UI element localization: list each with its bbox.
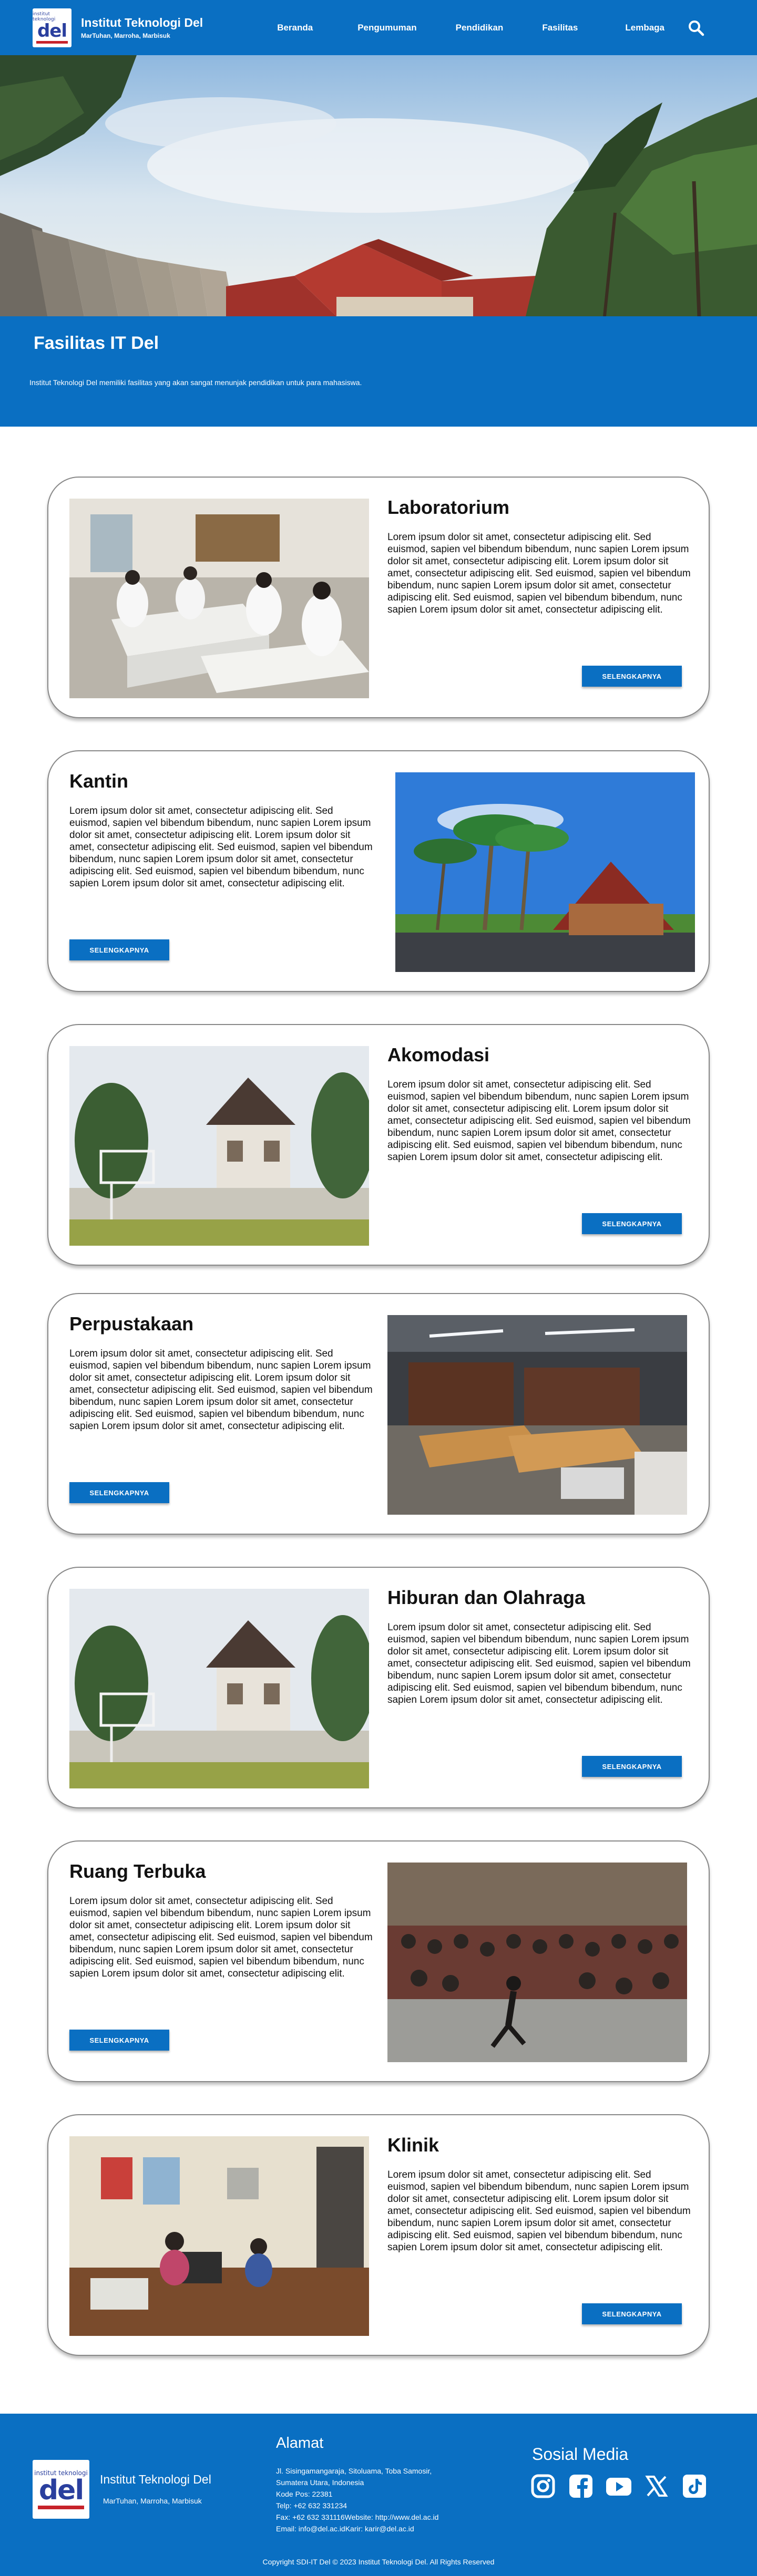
facility-title: Hiburan dan Olahraga [387, 1587, 586, 1608]
more-button-hiburan-olahraga[interactable]: SELENGKAPNYA [582, 1756, 682, 1777]
footer-logo[interactable]: institut teknologi del [33, 2460, 89, 2519]
youtube-icon[interactable] [604, 2471, 633, 2501]
facility-card-klinik: Klinik Lorem ipsum dolor sit amet, conse… [47, 2114, 710, 2356]
more-button-perpustakaan[interactable]: SELENGKAPNYA [69, 1482, 169, 1503]
brand[interactable]: institut teknologi del Institut Teknolog… [33, 8, 203, 47]
facility-description: Lorem ipsum dolor sit amet, consectetur … [387, 532, 691, 615]
logo-bar [36, 41, 68, 44]
logo-word: del [38, 2475, 84, 2506]
facility-image-perpustakaan [387, 1315, 687, 1515]
facility-title: Klinik [387, 2134, 439, 2156]
facility-body: Ruang Terbuka Lorem ipsum dolor sit amet… [69, 1860, 374, 1980]
facility-card-akomodasi: Akomodasi Lorem ipsum dolor sit amet, co… [47, 1024, 710, 1266]
nav-item-pendidikan[interactable]: Pendidikan [456, 23, 504, 33]
more-button-akomodasi[interactable]: SELENGKAPNYA [582, 1213, 682, 1234]
facility-description: Lorem ipsum dolor sit amet, consectetur … [387, 1079, 691, 1163]
main-nav: Beranda Pengumuman Pendidikan Fasilitas … [277, 23, 686, 33]
facility-image-akomodasi [69, 1046, 369, 1246]
social-links [528, 2471, 718, 2501]
facility-image-kantin [395, 772, 695, 972]
facebook-icon[interactable] [566, 2471, 596, 2501]
address-title: Alamat [276, 2435, 324, 2451]
more-button-klinik[interactable]: SELENGKAPNYA [582, 2303, 682, 2324]
nav-item-fasilitas[interactable]: Fasilitas [542, 23, 578, 33]
facility-title: Ruang Terbuka [69, 1860, 206, 1882]
facility-card-hiburan-olahraga: Hiburan dan Olahraga Lorem ipsum dolor s… [47, 1567, 710, 1808]
facility-card-laboratorium: Laboratorium Lorem ipsum dolor sit amet,… [47, 477, 710, 718]
page-title-band: Fasilitas IT Del Institut Teknologi Del … [0, 316, 757, 427]
nav-item-beranda[interactable]: Beranda [277, 23, 313, 33]
facility-description: Lorem ipsum dolor sit amet, consectetur … [69, 1348, 373, 1432]
brand-subtitle: MarTuhan, Marroha, Marbisuk [81, 32, 170, 39]
address-line: Jl. Sisingamangaraja, Sitoluama, Toba Sa… [276, 2467, 432, 2475]
facility-body: Perpustakaan Lorem ipsum dolor sit amet,… [69, 1313, 374, 1432]
facility-title: Laboratorium [387, 496, 510, 518]
facility-body: Klinik Lorem ipsum dolor sit amet, conse… [387, 2134, 692, 2253]
facility-card-perpustakaan: Perpustakaan Lorem ipsum dolor sit amet,… [47, 1293, 710, 1535]
facility-description: Lorem ipsum dolor sit amet, consectetur … [387, 1622, 691, 1705]
facility-body: Laboratorium Lorem ipsum dolor sit amet,… [387, 496, 692, 616]
facility-card-ruang-terbuka: Ruang Terbuka Lorem ipsum dolor sit amet… [47, 1840, 710, 2082]
nav-item-pengumuman[interactable]: Pengumuman [357, 23, 416, 33]
site-footer: institut teknologi del Institut Teknolog… [0, 2414, 757, 2576]
phone: Telp: +62 632 331234 [276, 2501, 347, 2510]
itdel-logo[interactable]: institut teknologi del [33, 8, 71, 47]
facility-image-klinik [69, 2136, 369, 2336]
search-icon[interactable] [686, 17, 707, 38]
logo-word: del [37, 20, 67, 42]
postal-code: Kode Pos: 22381 [276, 2490, 333, 2498]
top-navbar: institut teknologi del Institut Teknolog… [0, 0, 757, 55]
page-intro: Institut Teknologi Del memiliki fasilita… [29, 378, 362, 387]
address-line: Sumatera Utara, Indonesia [276, 2478, 364, 2487]
facility-description: Lorem ipsum dolor sit amet, consectetur … [387, 2169, 691, 2253]
email: Email: info@del.ac.idKarir: karir@del.ac… [276, 2525, 414, 2533]
facility-description: Lorem ipsum dolor sit amet, consectetur … [69, 1896, 373, 1979]
nav-item-lembaga[interactable]: Lembaga [625, 23, 664, 33]
logo-bar [38, 2506, 84, 2509]
more-button-laboratorium[interactable]: SELENGKAPNYA [582, 666, 682, 687]
facility-body: Hiburan dan Olahraga Lorem ipsum dolor s… [387, 1587, 692, 1706]
footer-brand-title: Institut Teknologi Del [100, 2472, 211, 2486]
facility-image-ruang-terbuka [387, 1863, 687, 2062]
more-button-kantin[interactable]: SELENGKAPNYA [69, 939, 169, 960]
facility-title: Akomodasi [387, 1044, 490, 1065]
facility-description: Lorem ipsum dolor sit amet, consectetur … [69, 805, 373, 889]
facility-body: Akomodasi Lorem ipsum dolor sit amet, co… [387, 1044, 692, 1163]
address-block: Jl. Sisingamangaraja, Sitoluama, Toba Sa… [276, 2465, 438, 2534]
facility-title: Perpustakaan [69, 1313, 194, 1334]
hero-campus-photo [0, 55, 757, 316]
page-title: Fasilitas IT Del [34, 333, 159, 353]
brand-text: Institut Teknologi Del MarTuhan, Marroha… [81, 16, 203, 39]
copyright: Copyright SDI-IT Del © 2023 Institut Tek… [262, 2558, 495, 2566]
facility-body: Kantin Lorem ipsum dolor sit amet, conse… [69, 770, 374, 889]
brand-title: Institut Teknologi Del [81, 16, 203, 29]
facility-image-hiburan-olahraga [69, 1589, 369, 1788]
social-title: Sosial Media [532, 2445, 629, 2464]
facility-image-laboratorium [69, 499, 369, 698]
x-twitter-icon[interactable] [642, 2471, 671, 2501]
facility-title: Kantin [69, 770, 128, 792]
facility-card-kantin: Kantin Lorem ipsum dolor sit amet, conse… [47, 750, 710, 992]
instagram-icon[interactable] [528, 2471, 558, 2501]
more-button-ruang-terbuka[interactable]: SELENGKAPNYA [69, 2030, 169, 2051]
tiktok-icon[interactable] [680, 2471, 709, 2501]
hero-image [0, 55, 757, 316]
footer-brand-subtitle: MarTuhan, Marroha, Marbisuk [103, 2497, 202, 2505]
fax-website: Fax: +62 632 331116Website: http://www.d… [276, 2513, 439, 2521]
